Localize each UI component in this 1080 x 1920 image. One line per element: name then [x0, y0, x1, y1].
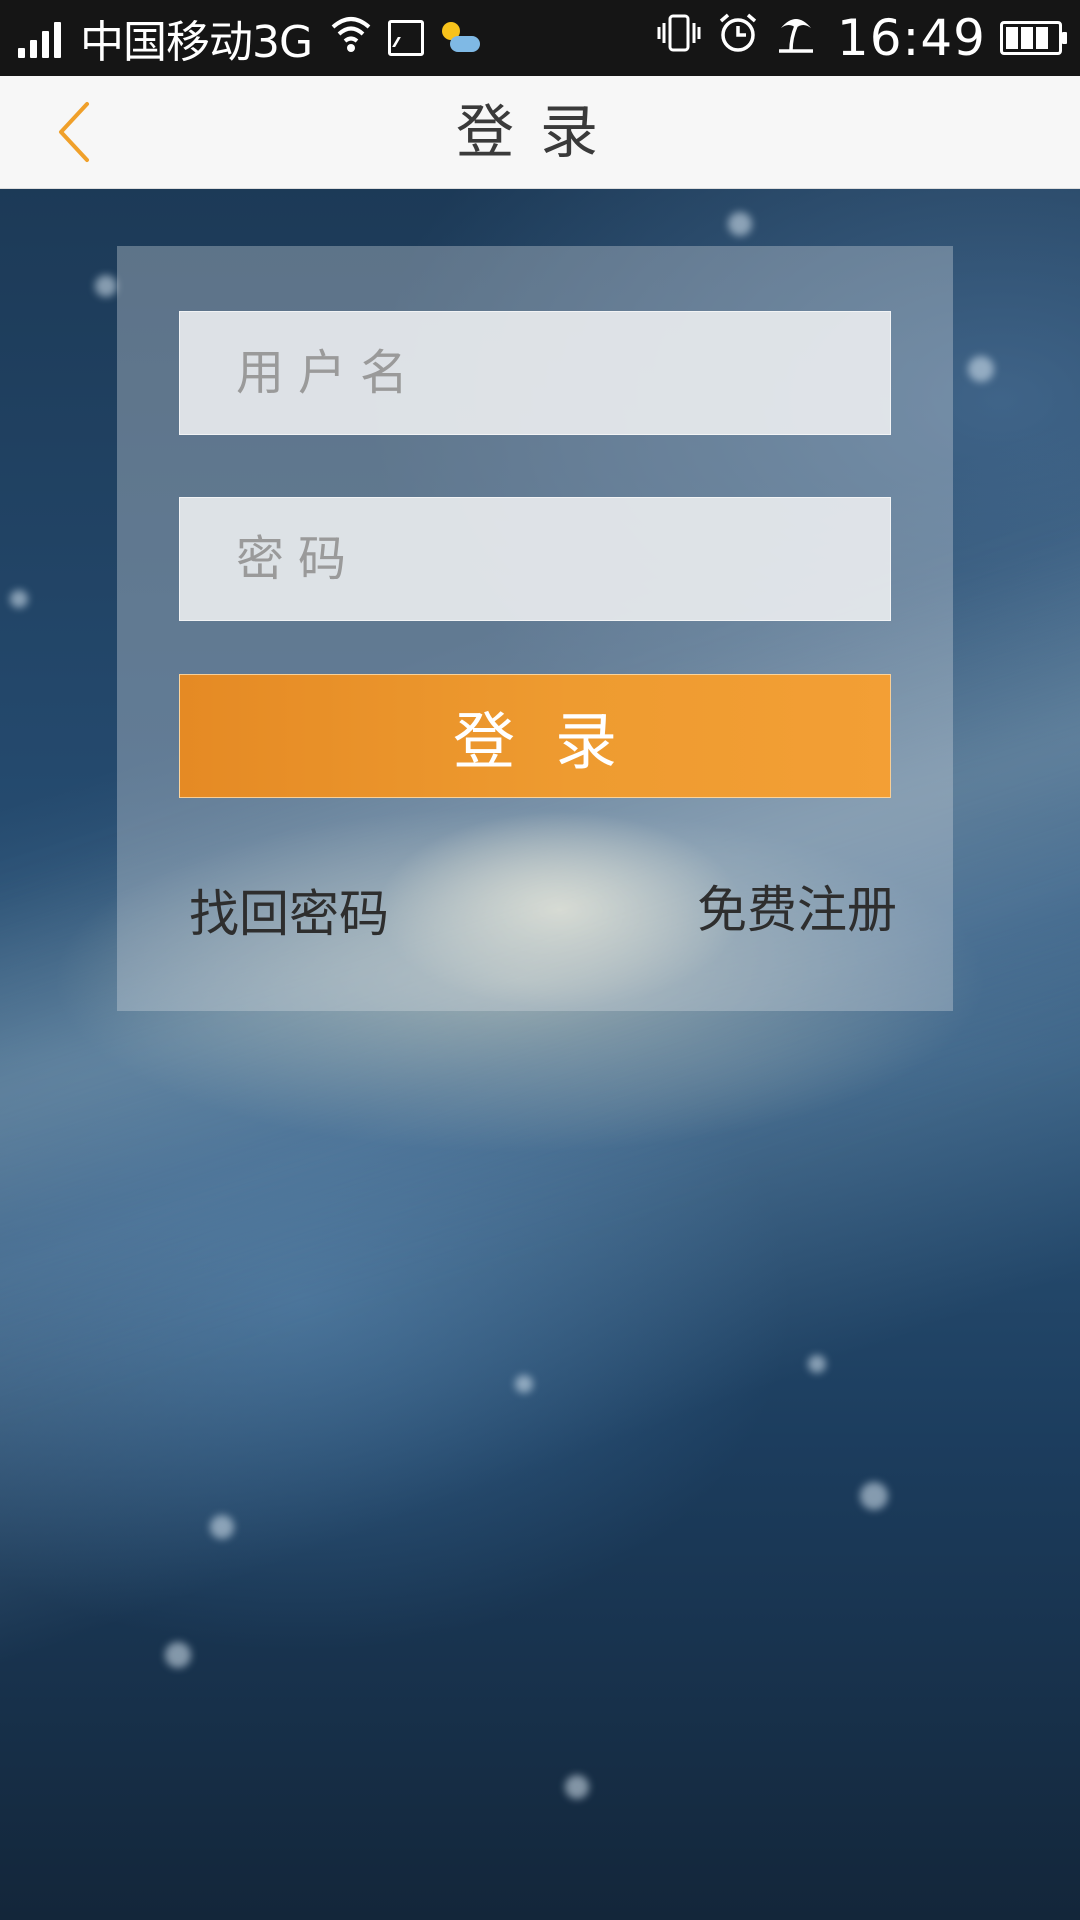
star-decor: [95, 275, 117, 297]
signal-icon: [18, 18, 66, 58]
star-decor: [808, 1355, 826, 1373]
forgot-password-link[interactable]: 找回密码: [189, 874, 389, 946]
password-input[interactable]: [180, 497, 890, 621]
image-icon: [388, 20, 425, 56]
clock-time: 16:49: [836, 9, 986, 67]
login-button[interactable]: 登录: [179, 674, 891, 798]
star-decor: [968, 356, 994, 382]
star-decor: [165, 1642, 191, 1668]
battery-icon: [1000, 21, 1067, 55]
status-bar: 中国移动3G 16:49: [0, 0, 1080, 76]
weather-icon: [440, 18, 482, 58]
star-decor: [10, 590, 28, 608]
wifi-icon: [330, 13, 372, 64]
title-bar: 登录: [0, 76, 1080, 189]
star-decor: [860, 1482, 888, 1510]
alarm-icon: [717, 12, 759, 65]
register-link[interactable]: 免费注册: [697, 870, 897, 942]
page-title: 登录: [455, 98, 624, 166]
password-field[interactable]: [179, 497, 891, 621]
star-decor: [565, 1775, 589, 1799]
vibrate-icon: [657, 13, 701, 64]
star-decor: [210, 1515, 234, 1539]
username-input[interactable]: [180, 311, 890, 435]
login-screen: 中国移动3G 16:49 登录 用户名 登录 找回密码 免费注册: [0, 0, 1080, 1920]
carrier-label: 中国移动3G: [80, 17, 313, 68]
star-decor: [728, 212, 752, 236]
login-card: 登录 找回密码 免费注册: [117, 246, 953, 1011]
star-decor: [515, 1375, 533, 1393]
username-field[interactable]: [179, 311, 891, 435]
beach-icon: [775, 12, 817, 65]
